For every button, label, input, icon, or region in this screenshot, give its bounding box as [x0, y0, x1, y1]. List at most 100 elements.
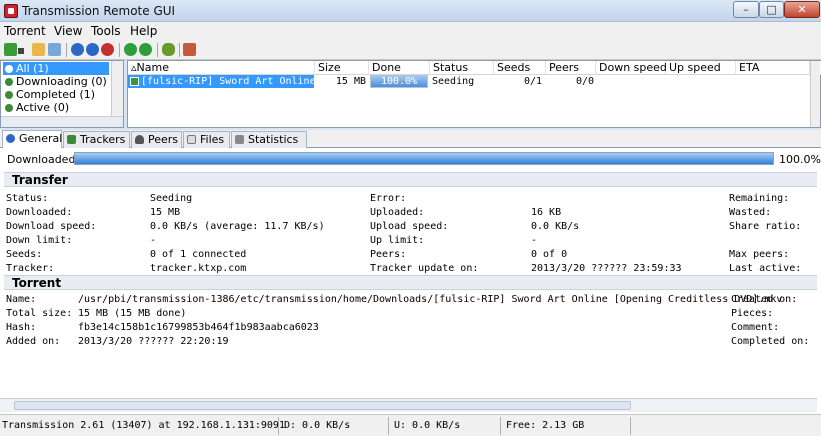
seeds-value: 0 of 1 connected — [150, 249, 247, 260]
seeds-label: Seeds: — [6, 249, 43, 260]
download-icon — [5, 78, 13, 86]
tab-peers[interactable]: Peers — [131, 131, 182, 148]
column-size[interactable]: Size — [315, 61, 369, 75]
column-eta[interactable]: ETA — [736, 61, 810, 75]
start-all-icon[interactable] — [124, 43, 137, 56]
tracker-update-label: Tracker update on: — [370, 263, 479, 274]
status-separator — [278, 417, 279, 435]
move-up-icon[interactable] — [139, 43, 152, 56]
completed-on-label: Completed on: — [731, 336, 810, 347]
download-speed-value: 0.0 KB/s (average: 11.7 KB/s) — [150, 221, 325, 232]
toolbar-separator — [66, 43, 67, 57]
upload-rate: U: 0.0 KB/s — [394, 420, 461, 431]
menu-view[interactable]: View — [54, 24, 82, 38]
active-icon — [5, 104, 13, 112]
tab-general[interactable]: General — [2, 130, 62, 148]
downloaded-value: 15 MB — [150, 207, 181, 218]
status-value: Seeding — [150, 193, 193, 204]
uploaded-label: Uploaded: — [370, 207, 425, 218]
download-speed-label: Download speed: — [6, 221, 97, 232]
peers-value: 0 of 0 — [531, 249, 568, 260]
error-label: Error: — [370, 193, 407, 204]
add-dropdown-icon[interactable] — [18, 48, 24, 54]
row-status: Seeding — [432, 76, 475, 87]
status-label: Status: — [6, 193, 49, 204]
filter-label: All (1) — [16, 62, 49, 75]
row-peers: 0/0 — [576, 76, 595, 87]
files-icon — [187, 135, 196, 144]
tab-bar: General Trackers Peers Files Statistics — [0, 130, 821, 148]
filter-scrollbar[interactable] — [111, 61, 123, 117]
tab-trackers[interactable]: Trackers — [63, 131, 130, 148]
pause-icon[interactable] — [86, 43, 99, 56]
tools-icon[interactable] — [183, 43, 196, 56]
all-icon — [5, 65, 13, 73]
column-seeds[interactable]: Seeds — [494, 61, 546, 75]
row-size: 15 MB — [335, 76, 366, 87]
filter-horizontal-scrollbar[interactable] — [1, 116, 123, 127]
tab-statistics[interactable]: Statistics — [231, 131, 307, 148]
open-folder-icon[interactable] — [32, 43, 45, 56]
peers-label: Peers: — [370, 249, 407, 260]
start-icon[interactable] — [71, 43, 84, 56]
menu-tools[interactable]: Tools — [91, 24, 121, 38]
name-value: /usr/pbi/transmission-1386/etc/transmiss… — [78, 294, 783, 305]
list-header: ▵Name Size Done Status Seeds Peers Down … — [128, 61, 821, 75]
window-title: Transmission Remote GUI — [22, 4, 176, 18]
down-limit-label: Down limit: — [6, 235, 73, 246]
filter-downloading[interactable]: Downloading (0) — [3, 75, 109, 88]
status-separator — [500, 417, 501, 435]
trackers-icon — [67, 135, 76, 144]
tab-files[interactable]: Files — [183, 131, 230, 148]
column-peers[interactable]: Peers — [546, 61, 596, 75]
row-name: [fulsic-RIP] Sword Art Online [ — [128, 75, 314, 88]
total-size-label: Total size: — [6, 308, 73, 319]
details-horizontal-scrollbar[interactable] — [0, 398, 817, 412]
status-separator — [388, 417, 389, 435]
downloaded-label-2: Downloaded: — [6, 207, 73, 218]
add-torrent-icon[interactable] — [4, 43, 17, 56]
wasted-label: Wasted: — [729, 207, 772, 218]
comment-label: Comment: — [731, 322, 780, 333]
connection-status: Transmission 2.61 (13407) at 192.168.1.1… — [2, 420, 285, 431]
filter-completed[interactable]: Completed (1) — [3, 88, 109, 101]
hash-label: Hash: — [6, 322, 37, 333]
peers-icon — [135, 135, 144, 144]
filter-label: Downloading (0) — [16, 75, 107, 88]
column-name[interactable]: ▵Name — [128, 61, 315, 75]
column-status[interactable]: Status — [430, 61, 494, 75]
close-button[interactable]: ✕ — [784, 1, 820, 18]
tracker-value: tracker.ktxp.com — [150, 263, 247, 274]
title-bar: Transmission Remote GUI – □ ✕ — [0, 0, 821, 22]
upload-speed-label: Upload speed: — [370, 221, 449, 232]
info-icon — [6, 134, 15, 143]
transfer-section-title: Transfer — [4, 172, 817, 187]
downloaded-progress-fill — [75, 153, 773, 164]
table-row[interactable]: [fulsic-RIP] Sword Art Online [ 15 MB 10… — [128, 75, 812, 88]
turtle-icon[interactable] — [162, 43, 175, 56]
link-icon[interactable] — [48, 43, 61, 56]
up-limit-label: Up limit: — [370, 235, 425, 246]
tracker-update-value: 2013/3/20 ?????? 23:59:33 — [531, 263, 682, 274]
scroll-thumb[interactable] — [14, 401, 631, 410]
filter-all[interactable]: All (1) — [3, 62, 109, 75]
pieces-label: Pieces: — [731, 308, 774, 319]
upload-speed-value: 0.0 KB/s — [531, 221, 580, 232]
column-up-speed[interactable]: Up speed — [666, 61, 736, 75]
column-down-speed[interactable]: Down speed — [596, 61, 667, 75]
last-active-label: Last active: — [729, 263, 802, 274]
downloaded-percent: 100.0% — [779, 153, 821, 166]
menu-torrent[interactable]: Torrent — [4, 24, 46, 38]
menu-help[interactable]: Help — [130, 24, 157, 38]
maximize-button[interactable]: □ — [759, 1, 784, 18]
filter-active[interactable]: Active (0) — [3, 101, 109, 114]
filter-panel: All (1) Downloading (0) Completed (1) Ac… — [0, 60, 124, 128]
stop-icon[interactable] — [101, 43, 114, 56]
remaining-label: Remaining: — [729, 193, 790, 204]
list-scrollbar[interactable] — [810, 61, 820, 127]
tracker-label: Tracker: — [6, 263, 55, 274]
hash-value: fb3e14c158b1c16799853b464f1b983aabca6023 — [78, 322, 319, 333]
completed-icon — [5, 91, 13, 99]
column-done[interactable]: Done — [369, 61, 430, 75]
minimize-button[interactable]: – — [733, 1, 759, 18]
